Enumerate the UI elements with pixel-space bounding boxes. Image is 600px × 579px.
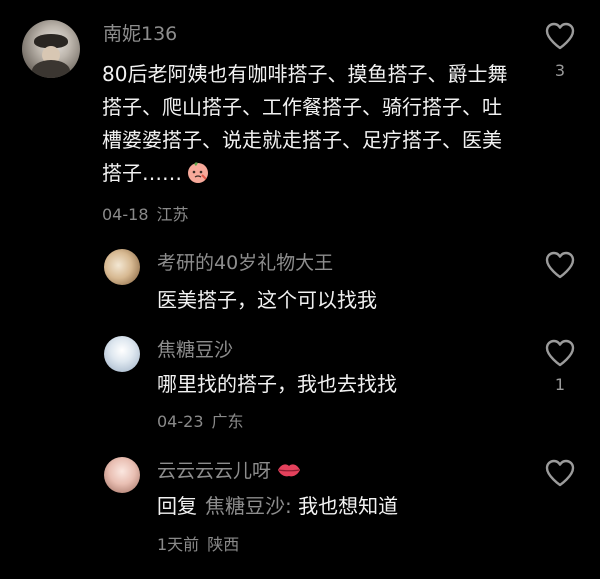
reply-location: 陕西: [207, 535, 240, 554]
peach-face-emoji-icon: [188, 162, 208, 183]
reply-date: 1天前: [157, 535, 200, 554]
reply-username-text: 云云云云儿呀: [157, 460, 272, 482]
lips-icon: [278, 464, 301, 477]
reply-username[interactable]: 焦糖豆沙: [157, 338, 233, 362]
like-count: 1: [554, 375, 566, 394]
avatar[interactable]: [104, 336, 140, 372]
reply-to-username[interactable]: 焦糖豆沙:: [205, 494, 292, 518]
avatar-body: [32, 60, 70, 78]
reply-meta: 04-23 广东: [157, 412, 244, 432]
avatar[interactable]: [104, 249, 140, 285]
comment-location: 江苏: [156, 205, 189, 224]
reply-prefix: 回复: [157, 494, 197, 518]
comment-date: 04-18: [102, 205, 149, 224]
reply-text: 回复 焦糖豆沙: 我也想知道: [157, 490, 398, 523]
reply-text: 哪里找的搭子，我也去找找: [157, 372, 397, 396]
like-heart-icon[interactable]: [545, 22, 575, 50]
reply-meta: 1天前 陕西: [157, 535, 239, 555]
reply-date: 04-23: [157, 412, 204, 431]
like-heart-icon[interactable]: [545, 339, 575, 367]
reply-username[interactable]: 云云云云儿呀: [157, 459, 301, 483]
reply-text-content: 我也想知道: [298, 494, 399, 518]
comment-text-content: 80后老阿姨也有咖啡搭子、摸鱼搭子、爵士舞搭子、爬山搭子、工作餐搭子、骑行搭子、…: [102, 62, 508, 185]
comment-meta: 04-18 江苏: [102, 205, 189, 225]
comment-username[interactable]: 南妮136: [103, 22, 177, 46]
avatar[interactable]: [104, 457, 140, 493]
reply-text: 医美搭子，这个可以找我: [157, 288, 377, 312]
reply-location: 广东: [211, 412, 244, 431]
comment-text: 80后老阿姨也有咖啡搭子、摸鱼搭子、爵士舞搭子、爬山搭子、工作餐搭子、骑行搭子、…: [102, 58, 510, 190]
avatar[interactable]: [22, 20, 80, 78]
like-heart-icon[interactable]: [545, 251, 575, 279]
like-heart-icon[interactable]: [545, 459, 575, 487]
reply-username[interactable]: 考研的40岁礼物大王: [157, 251, 333, 275]
like-count: 3: [554, 61, 566, 80]
